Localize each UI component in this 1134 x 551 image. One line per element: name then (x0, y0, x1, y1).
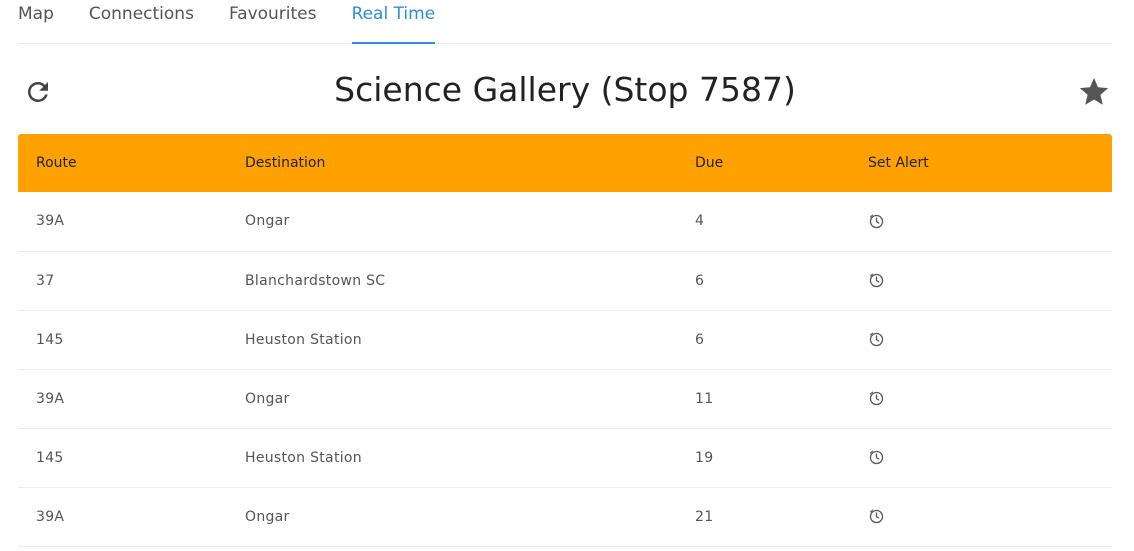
route-cell: 145 (36, 331, 64, 348)
alarm-clock-icon[interactable] (868, 508, 885, 525)
tab-map[interactable]: Map (18, 0, 54, 44)
table-header-row: Route Destination Due Set Alert (18, 134, 1112, 192)
column-header-destination: Destination (245, 155, 326, 171)
table-body: 39A Ongar 4 37 Blanchardstown SC 6 145 Heuston … (18, 192, 1112, 546)
route-cell: 37 (36, 272, 55, 289)
due-cell: 4 (695, 213, 705, 230)
column-header-route: Route (36, 155, 77, 171)
tab-bar: Map Connections Favourites Real Time (18, 0, 1112, 44)
star-icon[interactable] (1077, 75, 1111, 109)
tab-favourites[interactable]: Favourites (229, 0, 317, 44)
column-header-set-alert: Set Alert (868, 155, 929, 171)
set-alert-cell (850, 192, 1112, 251)
set-alert-cell (850, 369, 1112, 428)
column-header-due: Due (695, 155, 724, 171)
page-title: Science Gallery (Stop 7587) (334, 70, 796, 109)
set-alert-cell (850, 251, 1112, 310)
table-row: 145 Heuston Station 6 (18, 310, 1112, 369)
alarm-clock-icon[interactable] (868, 272, 885, 289)
tab-real-time[interactable]: Real Time (351, 0, 436, 44)
table-row: 145 Heuston Station 19 (18, 428, 1112, 487)
due-cell: 11 (695, 390, 714, 407)
destination-cell: Ongar (245, 213, 290, 230)
alarm-clock-icon[interactable] (868, 331, 885, 348)
title-row: Science Gallery (Stop 7587) (18, 44, 1112, 134)
due-cell: 21 (695, 508, 714, 525)
destination-cell: Heuston Station (245, 331, 362, 348)
alarm-clock-icon[interactable] (868, 213, 885, 230)
table-row: 39A Ongar 4 (18, 192, 1112, 251)
set-alert-cell (850, 428, 1112, 487)
destination-cell: Heuston Station (245, 449, 362, 466)
due-cell: 6 (695, 331, 705, 348)
due-cell: 19 (695, 449, 714, 466)
tab-connections[interactable]: Connections (89, 0, 194, 44)
alarm-clock-icon[interactable] (868, 390, 885, 407)
destination-cell: Ongar (245, 508, 290, 525)
route-cell: 39A (36, 213, 65, 230)
route-cell: 145 (36, 449, 64, 466)
destination-cell: Blanchardstown SC (245, 272, 386, 289)
due-cell: 6 (695, 272, 705, 289)
page: Map Connections Favourites Real Time Sci… (18, 0, 1112, 547)
route-cell: 39A (36, 508, 65, 525)
table-row: 39A Ongar 11 (18, 369, 1112, 428)
destination-cell: Ongar (245, 390, 290, 407)
set-alert-cell (850, 487, 1112, 546)
set-alert-cell (850, 310, 1112, 369)
real-time-table: Route Destination Due Set Alert 39A Ongar… (18, 134, 1112, 547)
table-row: 37 Blanchardstown SC 6 (18, 251, 1112, 310)
alarm-clock-icon[interactable] (868, 449, 885, 466)
table-row: 39A Ongar 21 (18, 487, 1112, 546)
route-cell: 39A (36, 390, 65, 407)
